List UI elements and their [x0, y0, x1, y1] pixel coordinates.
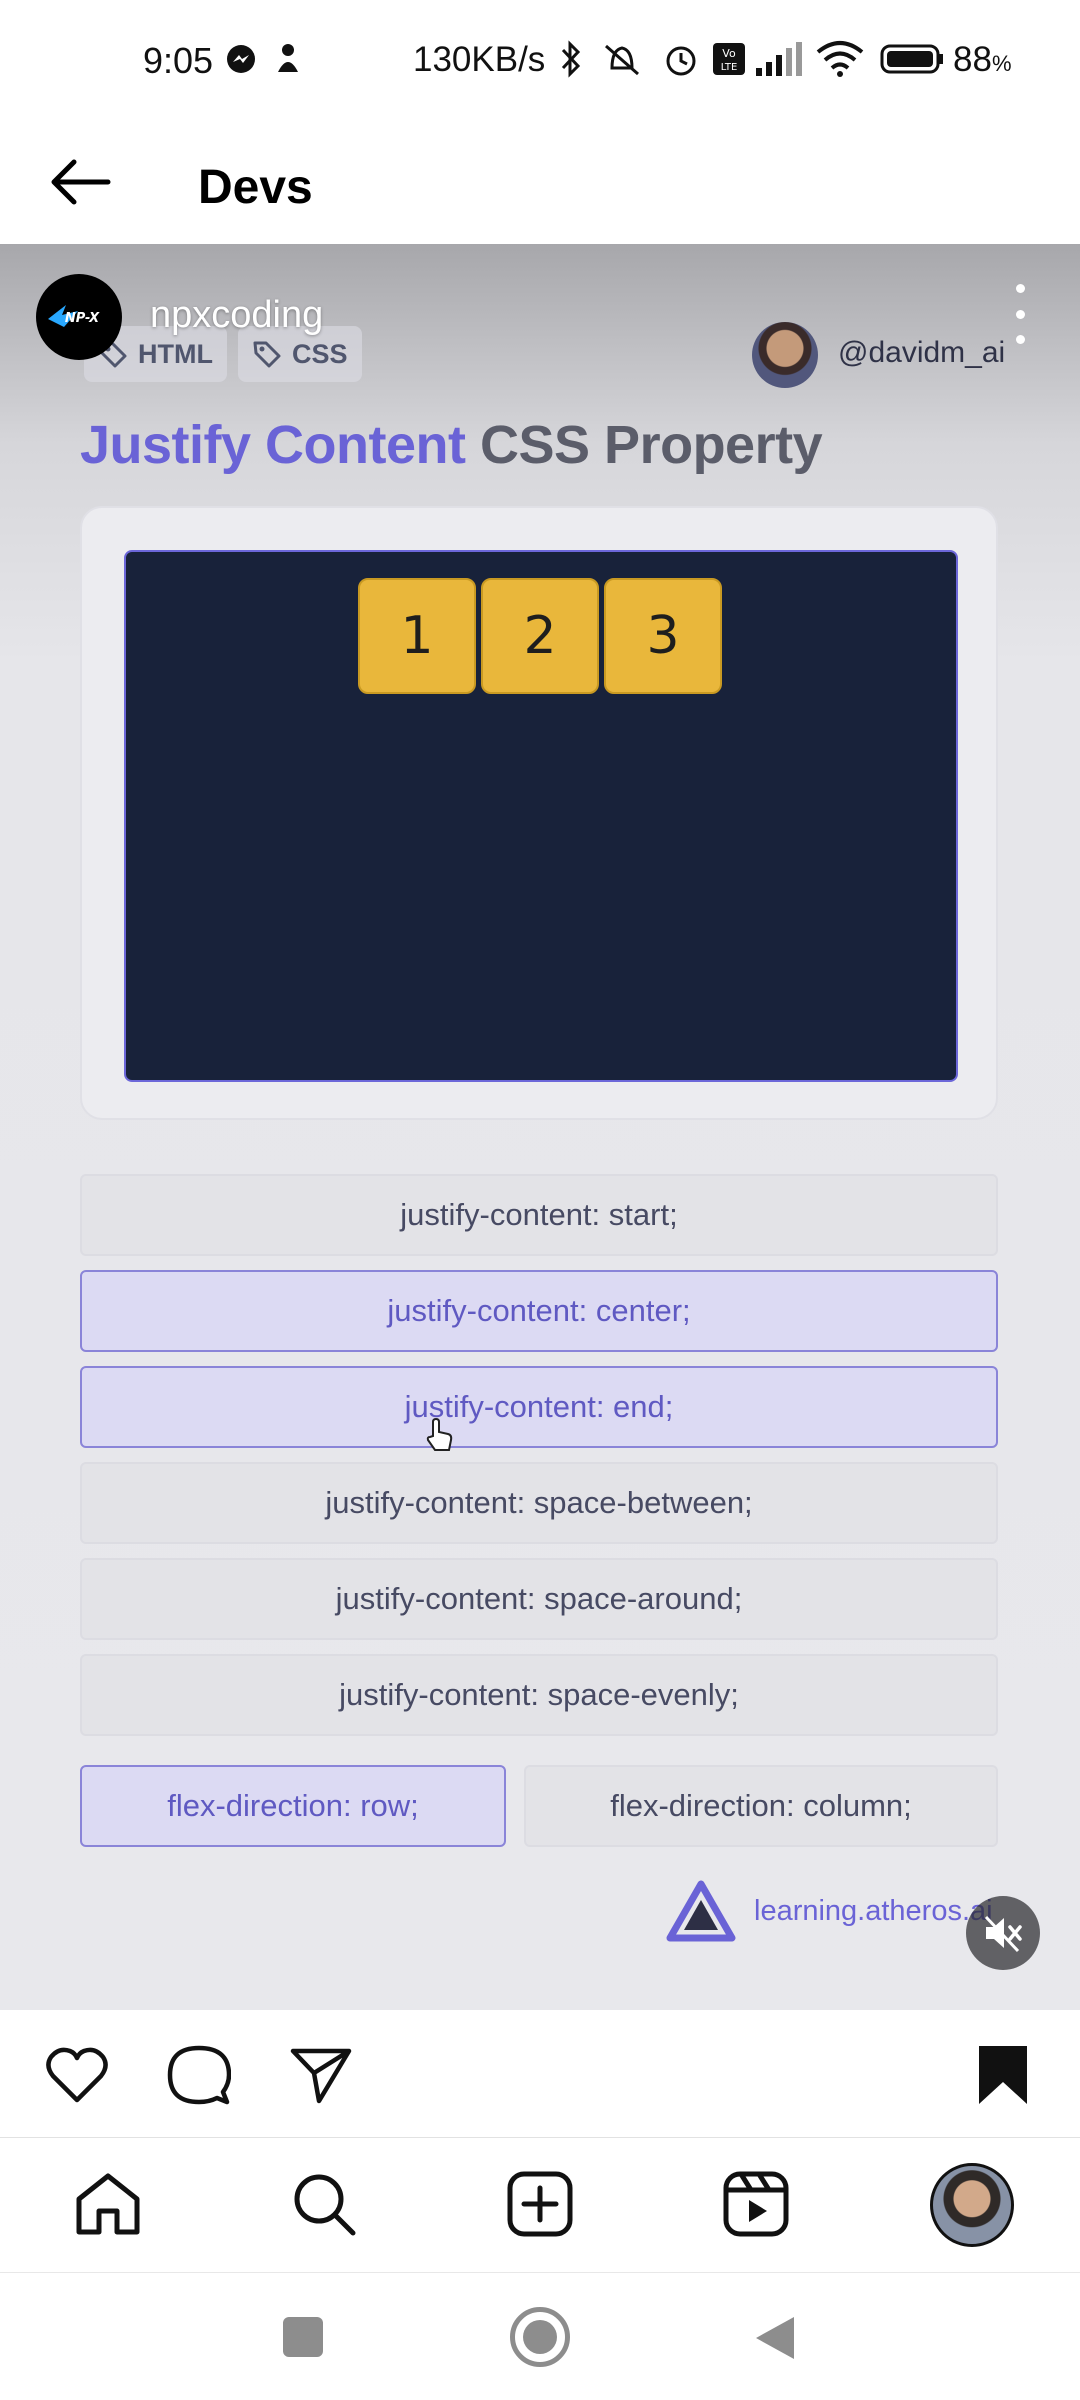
- like-button[interactable]: [42, 2040, 112, 2110]
- post-author-avatar[interactable]: NP-X: [36, 274, 122, 360]
- option-direction-row[interactable]: flex-direction: row;: [80, 1765, 506, 1847]
- nav-reels[interactable]: [718, 2166, 794, 2242]
- page-title: Devs: [198, 161, 313, 214]
- flex-item-2: 2: [481, 578, 599, 694]
- back-system-button[interactable]: [752, 2313, 798, 2363]
- post-media[interactable]: HTML CSS NP-X npxcoding @davidm_ai Justi…: [0, 244, 1080, 2010]
- share-button[interactable]: [286, 2040, 356, 2110]
- flex-item-3: 3: [604, 578, 722, 694]
- signal-icon: [756, 42, 802, 76]
- avatar-text: NP-X: [65, 311, 100, 326]
- video-title: Justify Content CSS Property: [80, 414, 823, 476]
- tag-icon: [253, 341, 281, 368]
- video-title-accent: Justify Content: [80, 415, 466, 475]
- bottom-navigation: [0, 2137, 1080, 2271]
- battery-level: 88%: [953, 40, 1012, 80]
- tag-label: HTML: [138, 338, 213, 369]
- npx-logo-icon: NP-X: [48, 305, 100, 327]
- comment-icon: [167, 2045, 231, 2105]
- home-dot: [523, 2320, 557, 2354]
- battery-icon: [880, 44, 943, 74]
- app-header: Devs: [0, 122, 1080, 244]
- bookmark-icon: [979, 2046, 1027, 2104]
- dot: [1015, 335, 1025, 344]
- option-justify-space-evenly[interactable]: justify-content: space-evenly;: [80, 1654, 998, 1736]
- flex-container-demo: 1 2 3: [124, 550, 958, 1082]
- mute-button[interactable]: [966, 1896, 1040, 1970]
- option-justify-space-around[interactable]: justify-content: space-around;: [80, 1558, 998, 1640]
- paper-plane-icon: [290, 2048, 352, 2104]
- arrow-left-icon: [51, 159, 111, 205]
- home-system-button[interactable]: [510, 2307, 570, 2367]
- reels-icon: [723, 2171, 789, 2237]
- nav-profile-avatar[interactable]: [930, 2163, 1014, 2247]
- battery-unit: %: [991, 51, 1012, 76]
- save-button[interactable]: [968, 2040, 1038, 2110]
- creator-avatar: [752, 322, 818, 388]
- plus-square-icon: [507, 2171, 573, 2237]
- dot: [1015, 284, 1025, 293]
- option-justify-space-between[interactable]: justify-content: space-between;: [80, 1462, 998, 1544]
- flex-item-1: 1: [358, 578, 476, 694]
- status-time: 9:05: [143, 40, 214, 81]
- bluetooth-icon: [561, 40, 581, 78]
- battery-value: 88: [953, 40, 992, 79]
- alarm-icon: [666, 46, 696, 76]
- notification-app-icon: [278, 44, 298, 72]
- brand-watermark: learning.atheros.ai: [666, 1880, 993, 1942]
- atheros-logo-icon: [666, 1880, 736, 1942]
- nav-create[interactable]: [502, 2166, 578, 2242]
- recents-button[interactable]: [283, 2317, 323, 2357]
- heart-icon: [46, 2047, 108, 2103]
- option-justify-center[interactable]: justify-content: center;: [80, 1270, 998, 1352]
- video-title-rest: CSS Property: [465, 415, 823, 475]
- brand-name: learning.atheros.ai: [754, 1894, 993, 1927]
- muted-bell-icon: [605, 44, 639, 76]
- network-speed: 130KB/s: [413, 40, 546, 79]
- demo-frame: 1 2 3: [80, 506, 998, 1120]
- comment-button[interactable]: [164, 2040, 234, 2110]
- more-options-button[interactable]: [1000, 284, 1040, 344]
- wifi-icon: [816, 41, 864, 77]
- status-bar: 9:05 130KB/s Vo LTE 88%: [0, 0, 1080, 122]
- svg-text:LTE: LTE: [721, 62, 738, 73]
- hand-cursor-icon: [426, 1418, 453, 1451]
- post-username[interactable]: npxcoding: [150, 294, 323, 337]
- back-button[interactable]: [40, 142, 120, 222]
- speaker-muted-icon: [984, 1915, 1022, 1953]
- home-icon: [76, 2173, 140, 2235]
- nav-home[interactable]: [70, 2166, 146, 2242]
- option-direction-column[interactable]: flex-direction: column;: [524, 1765, 998, 1847]
- creator-handle: @davidm_ai: [838, 336, 1006, 369]
- system-navigation-bar: [0, 2272, 1080, 2400]
- option-justify-end[interactable]: justify-content: end;: [80, 1366, 998, 1448]
- nav-search[interactable]: [286, 2166, 362, 2242]
- post-actions: [0, 2010, 1080, 2136]
- tag-label: CSS: [292, 338, 348, 369]
- search-icon: [294, 2174, 356, 2236]
- messenger-icon: [227, 45, 255, 73]
- dot: [1015, 309, 1025, 319]
- svg-text:Vo: Vo: [722, 47, 736, 60]
- option-justify-start[interactable]: justify-content: start;: [80, 1174, 998, 1256]
- volte-icon: Vo LTE: [713, 43, 745, 75]
